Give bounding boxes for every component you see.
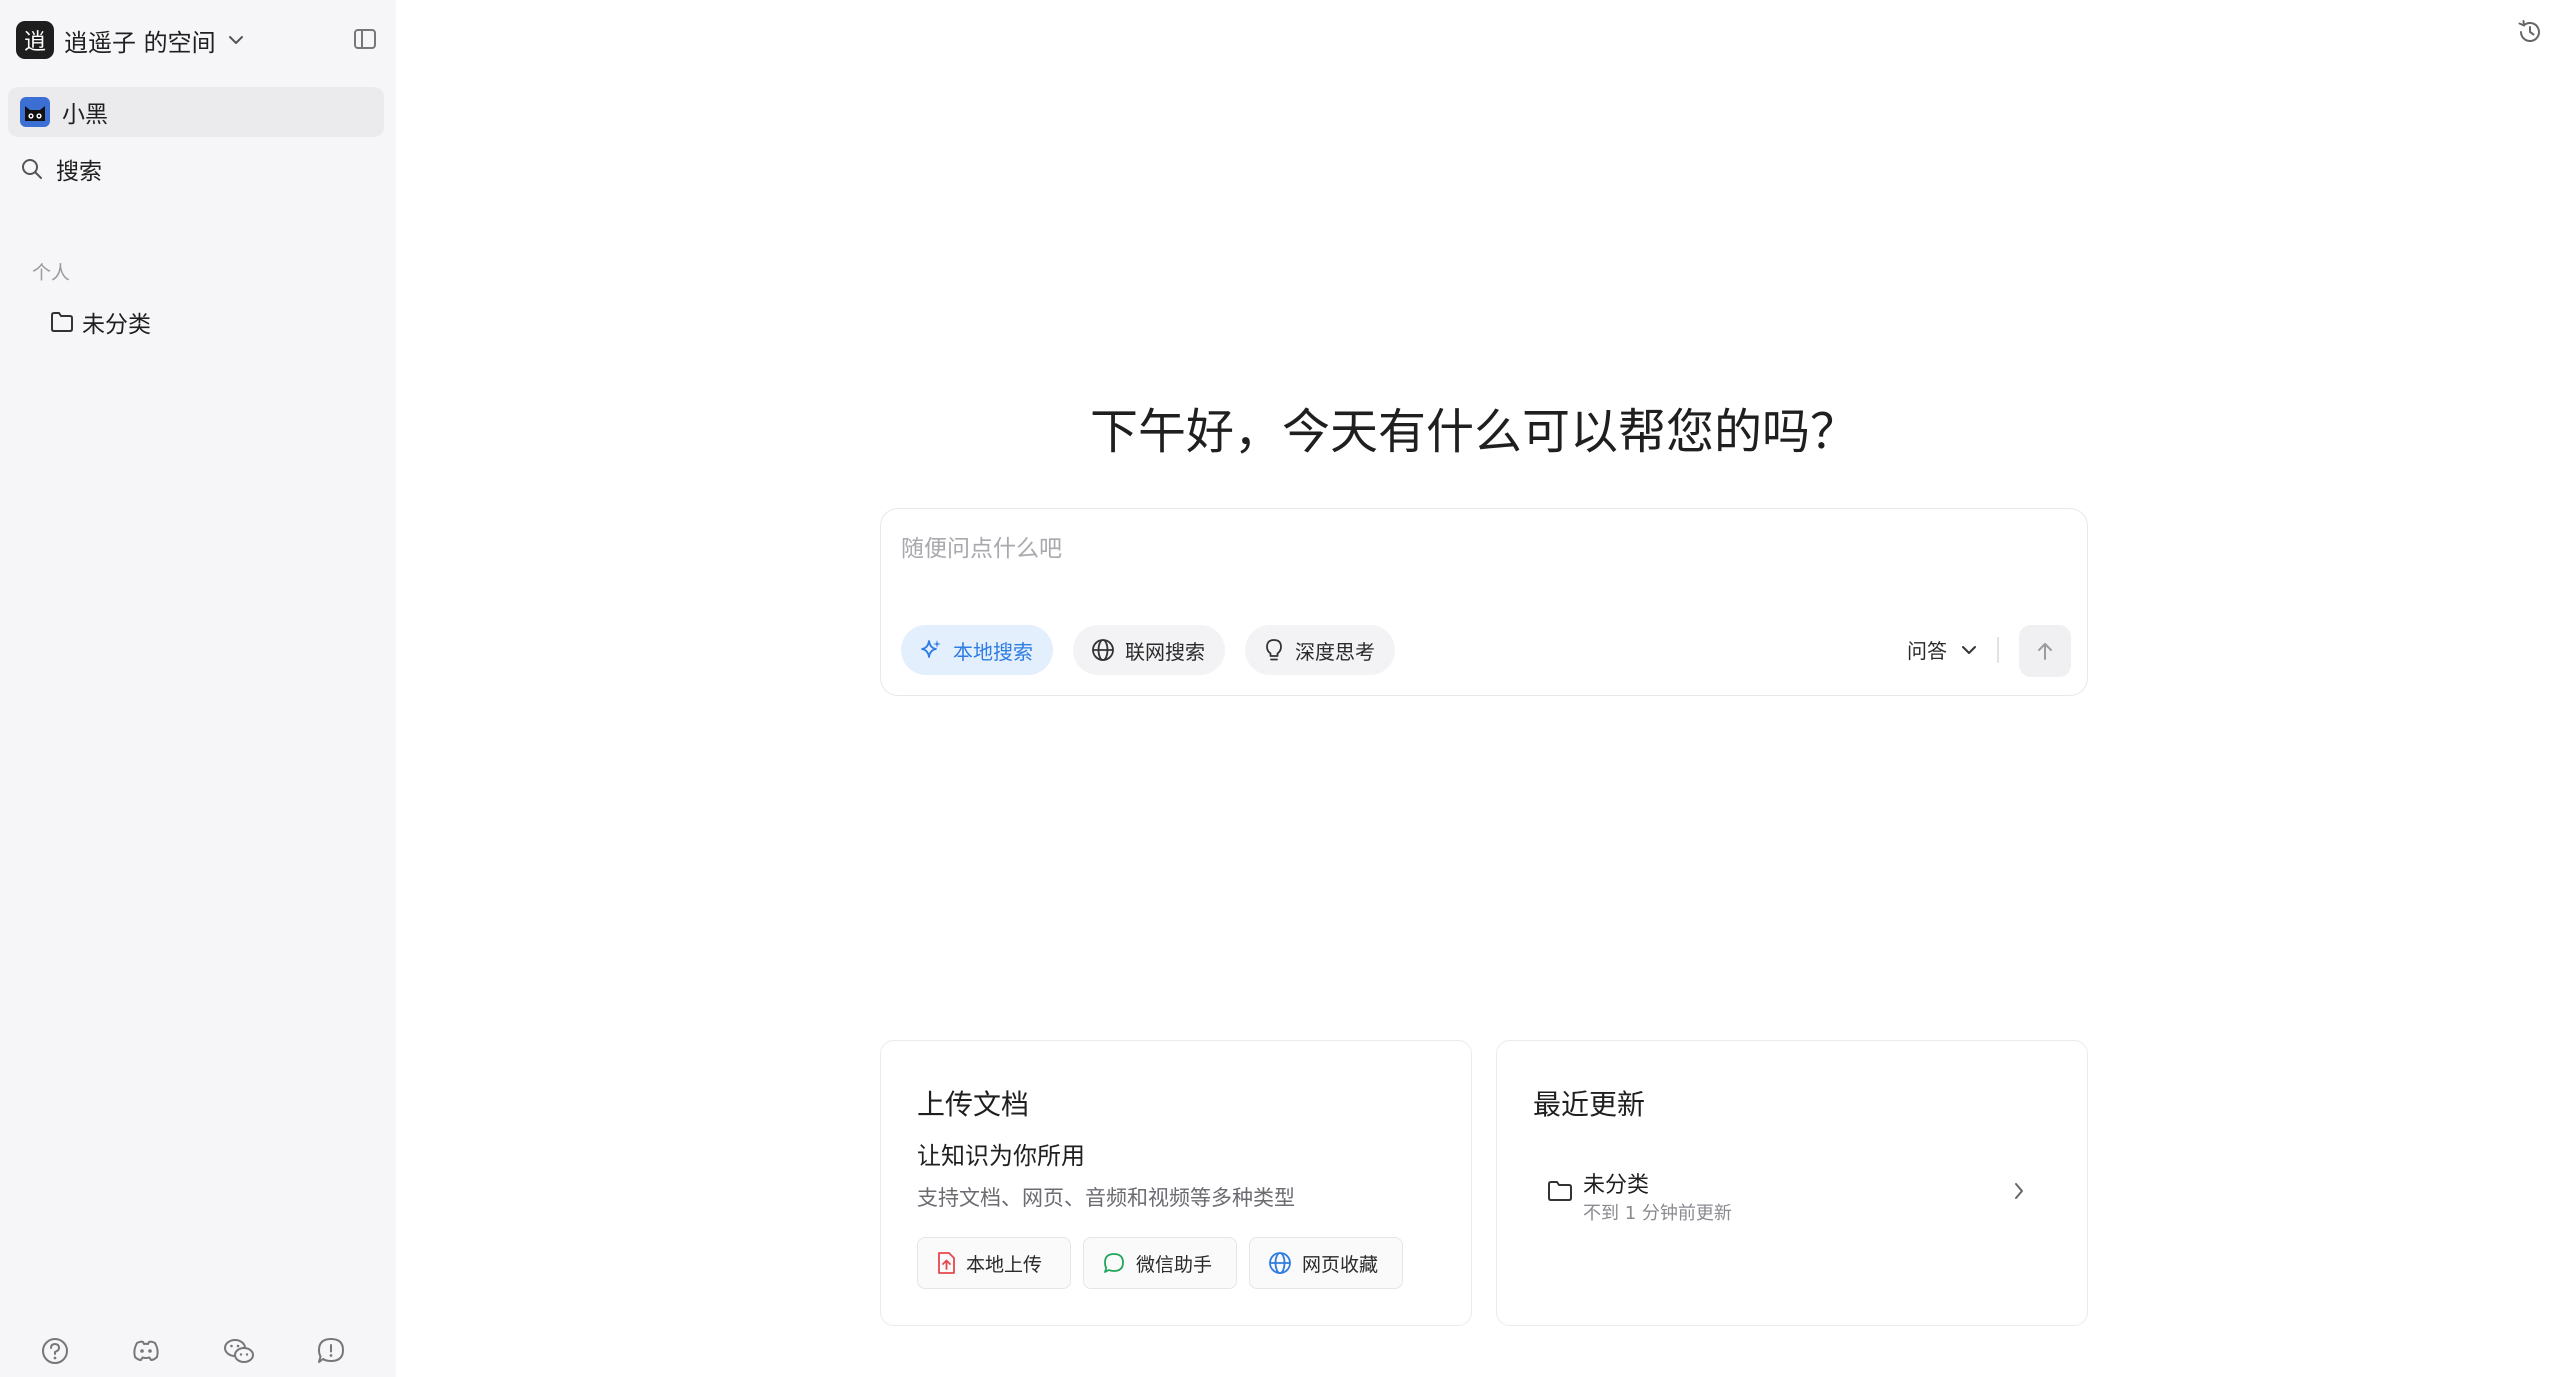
feedback-icon[interactable] <box>316 1336 346 1366</box>
web-search-toggle[interactable]: 联网搜索 <box>1073 625 1225 675</box>
mode-select-value: 问答 <box>1907 639 1947 663</box>
globe-icon <box>1268 1251 1292 1275</box>
recent-item-name: 未分类 <box>1583 1173 1650 1198</box>
sidebar-item-folder-uncategorized[interactable]: 未分类 <box>50 305 151 339</box>
wechat-icon[interactable] <box>222 1336 256 1366</box>
sidebar-item-xiaohei[interactable]: 小黑 <box>8 87 384 137</box>
chip-label: 本地搜索 <box>953 639 1033 664</box>
folder-icon <box>1547 1179 1573 1203</box>
history-icon[interactable] <box>2516 18 2544 46</box>
chevron-down-icon <box>1961 645 1977 655</box>
chat-bubble-icon <box>1102 1251 1126 1275</box>
chevron-right-icon <box>2013 1181 2025 1201</box>
chat-input[interactable] <box>901 527 2061 571</box>
sidebar-item-label: 搜索 <box>56 159 102 185</box>
chat-composer: 本地搜索 联网搜索 深度思考 问答 <box>880 508 2088 696</box>
folder-icon <box>50 311 74 333</box>
sidebar-footer <box>40 1336 346 1366</box>
card-title: 上传文档 <box>917 1088 1030 1121</box>
send-button[interactable] <box>2019 625 2071 677</box>
divider <box>1997 637 1999 663</box>
section-label-personal: 个人 <box>32 262 71 284</box>
search-icon <box>20 157 44 181</box>
workspace-name: 逍遥子 的空间 <box>64 28 216 57</box>
list-item[interactable]: 未分类 不到 1 分钟前更新 <box>1547 1163 2047 1224</box>
upload-document-card: 上传文档 让知识为你所用 支持文档、网页、音频和视频等多种类型 本地上传 微信助… <box>880 1040 1472 1326</box>
file-upload-icon <box>936 1251 956 1275</box>
button-label: 本地上传 <box>966 1253 1043 1276</box>
local-search-toggle[interactable]: 本地搜索 <box>901 625 1053 675</box>
workspace-logo: 逍 <box>16 21 54 59</box>
folder-label: 未分类 <box>82 312 151 338</box>
discord-icon[interactable] <box>130 1336 162 1366</box>
workspace-switcher[interactable]: 逍 逍遥子 的空间 <box>16 20 244 60</box>
button-label: 网页收藏 <box>1302 1253 1379 1276</box>
arrow-up-icon <box>2035 640 2055 662</box>
web-bookmark-button[interactable]: 网页收藏 <box>1249 1237 1403 1289</box>
chip-label: 联网搜索 <box>1125 639 1205 664</box>
mode-select[interactable]: 问答 <box>1907 635 1977 664</box>
lightbulb-icon <box>1263 638 1285 662</box>
recent-item-timestamp: 不到 1 分钟前更新 <box>1583 1203 1732 1224</box>
greeting-heading: 下午好，今天有什么可以帮您的吗？ <box>1089 404 1858 460</box>
sidebar-item-label: 小黑 <box>62 102 108 128</box>
sparkle-icon <box>919 638 943 662</box>
chevron-down-icon <box>228 35 244 45</box>
deep-think-toggle[interactable]: 深度思考 <box>1245 625 1395 675</box>
card-description: 支持文档、网页、音频和视频等多种类型 <box>917 1186 1295 1210</box>
card-subtitle: 让知识为你所用 <box>917 1142 1085 1170</box>
help-icon[interactable] <box>40 1336 70 1366</box>
button-label: 微信助手 <box>1136 1253 1213 1276</box>
wechat-assistant-button[interactable]: 微信助手 <box>1083 1237 1237 1289</box>
cat-avatar-icon <box>20 97 50 127</box>
sidebar: 逍 逍遥子 的空间 小黑 搜索 个人 未分类 <box>0 0 396 1377</box>
local-upload-button[interactable]: 本地上传 <box>917 1237 1071 1289</box>
sidebar-toggle-icon[interactable] <box>352 26 378 52</box>
card-title: 最近更新 <box>1533 1088 1646 1121</box>
sidebar-item-search[interactable]: 搜索 <box>8 144 384 194</box>
recent-updates-card: 最近更新 未分类 不到 1 分钟前更新 <box>1496 1040 2088 1326</box>
globe-icon <box>1091 638 1115 662</box>
chip-label: 深度思考 <box>1295 639 1375 664</box>
